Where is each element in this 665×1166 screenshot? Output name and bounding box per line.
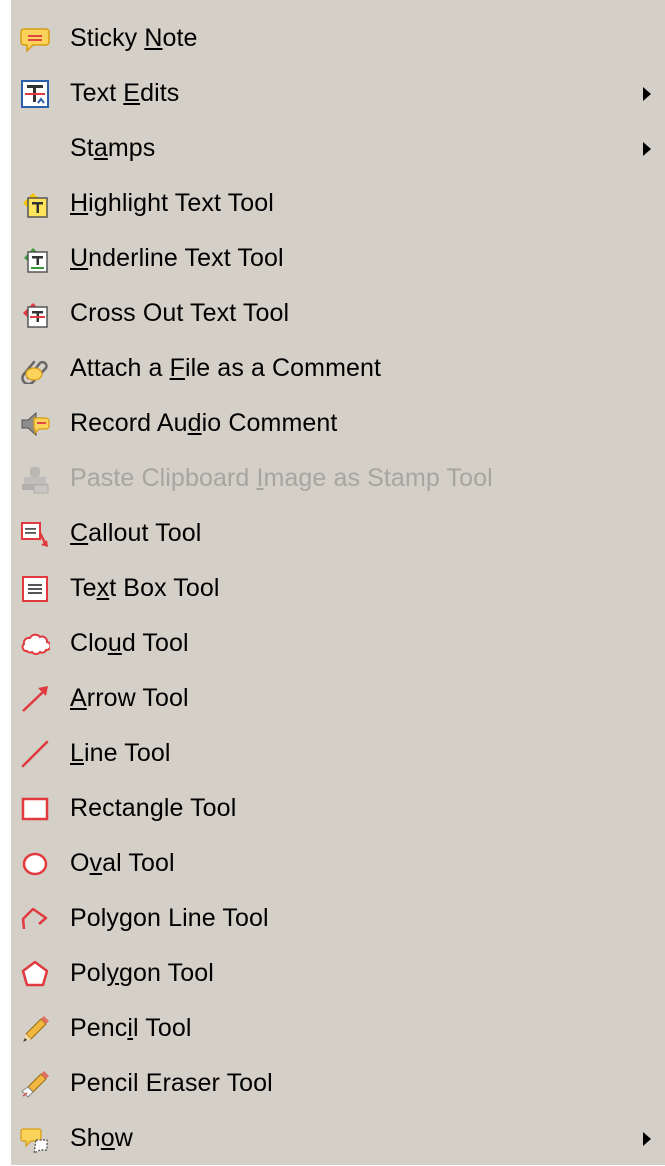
menu-item-label: Line Tool bbox=[70, 739, 171, 767]
menu-item-text-box-tool[interactable]: Text Box Tool bbox=[11, 561, 665, 616]
submenu-arrow-icon bbox=[643, 1131, 651, 1146]
oval-icon bbox=[20, 849, 50, 879]
highlight-text-icon bbox=[20, 189, 50, 219]
menu-item-label: Text Edits bbox=[70, 79, 180, 107]
paperclip-icon bbox=[20, 354, 50, 384]
stamp-icon bbox=[20, 464, 50, 494]
sticky-note-icon bbox=[20, 24, 50, 54]
menu-item-label: Pencil Tool bbox=[70, 1014, 192, 1042]
speaker-icon bbox=[20, 409, 50, 439]
menu-item-label: Cross Out Text Tool bbox=[70, 299, 290, 327]
polygon-icon bbox=[20, 959, 50, 989]
underline-text-icon bbox=[20, 244, 50, 274]
menu-item-label: Paste Clipboard Image as Stamp Tool bbox=[70, 464, 493, 492]
arrow-icon bbox=[20, 684, 50, 714]
menu-item-label: Highlight Text Tool bbox=[70, 189, 274, 217]
menu-item-cloud-tool[interactable]: Cloud Tool bbox=[11, 616, 665, 671]
menu-item-label: Sticky Note bbox=[70, 24, 198, 52]
submenu-arrow-icon bbox=[643, 86, 651, 101]
menu-item-label: Underline Text Tool bbox=[70, 244, 284, 272]
submenu-arrow-icon bbox=[643, 141, 651, 156]
menu-item-label: Cloud Tool bbox=[70, 629, 189, 657]
menu-item-oval-tool[interactable]: Oval Tool bbox=[11, 836, 665, 891]
text-box-icon bbox=[20, 574, 50, 604]
menu-item-label: Attach a File as a Comment bbox=[70, 354, 382, 382]
menu-item-line-tool[interactable]: Line Tool bbox=[11, 726, 665, 781]
menu-item-label: Callout Tool bbox=[70, 519, 202, 547]
line-icon bbox=[20, 739, 50, 769]
cross-out-text-icon bbox=[20, 299, 50, 329]
menu-item-polygon-line-tool[interactable]: Polygon Line Tool bbox=[11, 891, 665, 946]
menu-item-label: Oval Tool bbox=[70, 849, 175, 877]
pencil-icon bbox=[20, 1014, 50, 1044]
menu-item-label: Text Box Tool bbox=[70, 574, 220, 602]
text-edits-icon bbox=[20, 79, 50, 109]
menu-item-highlight-text-tool[interactable]: Highlight Text Tool bbox=[11, 176, 665, 231]
menu-item-paste-clipboard-image-as-stamp-tool: Paste Clipboard Image as Stamp Tool bbox=[11, 451, 665, 506]
menu-item-attach-a-file-as-a-comment[interactable]: Attach a File as a Comment bbox=[11, 341, 665, 396]
menu-item-pencil-eraser-tool[interactable]: Pencil Eraser Tool bbox=[11, 1056, 665, 1111]
menu-item-label: Stamps bbox=[70, 134, 156, 162]
polygon-line-icon bbox=[20, 904, 50, 934]
menu-item-text-edits[interactable]: Text Edits bbox=[11, 66, 665, 121]
menu-item-stamps[interactable]: Stamps bbox=[11, 121, 665, 176]
menu-item-label: Arrow Tool bbox=[70, 684, 189, 712]
menu-item-cross-out-text-tool[interactable]: Cross Out Text Tool bbox=[11, 286, 665, 341]
menu-item-record-audio-comment[interactable]: Record Audio Comment bbox=[11, 396, 665, 451]
menu-item-show[interactable]: Show bbox=[11, 1111, 665, 1166]
show-comments-icon bbox=[20, 1124, 50, 1154]
menu-item-label: Record Audio Comment bbox=[70, 409, 338, 437]
menu-item-polygon-tool[interactable]: Polygon Tool bbox=[11, 946, 665, 1001]
pencil-eraser-icon bbox=[20, 1069, 50, 1099]
menu-item-callout-tool[interactable]: Callout Tool bbox=[11, 506, 665, 561]
menu-item-label: Polygon Line Tool bbox=[70, 904, 269, 932]
menu-item-underline-text-tool[interactable]: Underline Text Tool bbox=[11, 231, 665, 286]
menu-item-label: Rectangle Tool bbox=[70, 794, 237, 822]
comment-context-menu: Sticky Note Text Edits Stamps Highlight … bbox=[11, 0, 665, 1165]
menu-item-rectangle-tool[interactable]: Rectangle Tool bbox=[11, 781, 665, 836]
rectangle-icon bbox=[20, 794, 50, 824]
menu-item-label: Show bbox=[70, 1124, 133, 1152]
menu-item-label: Polygon Tool bbox=[70, 959, 214, 987]
menu-item-sticky-note[interactable]: Sticky Note bbox=[11, 11, 665, 66]
menu-item-label: Pencil Eraser Tool bbox=[70, 1069, 273, 1097]
cloud-icon bbox=[20, 629, 50, 659]
menu-item-arrow-tool[interactable]: Arrow Tool bbox=[11, 671, 665, 726]
menu-item-pencil-tool[interactable]: Pencil Tool bbox=[11, 1001, 665, 1056]
callout-icon bbox=[20, 519, 50, 549]
